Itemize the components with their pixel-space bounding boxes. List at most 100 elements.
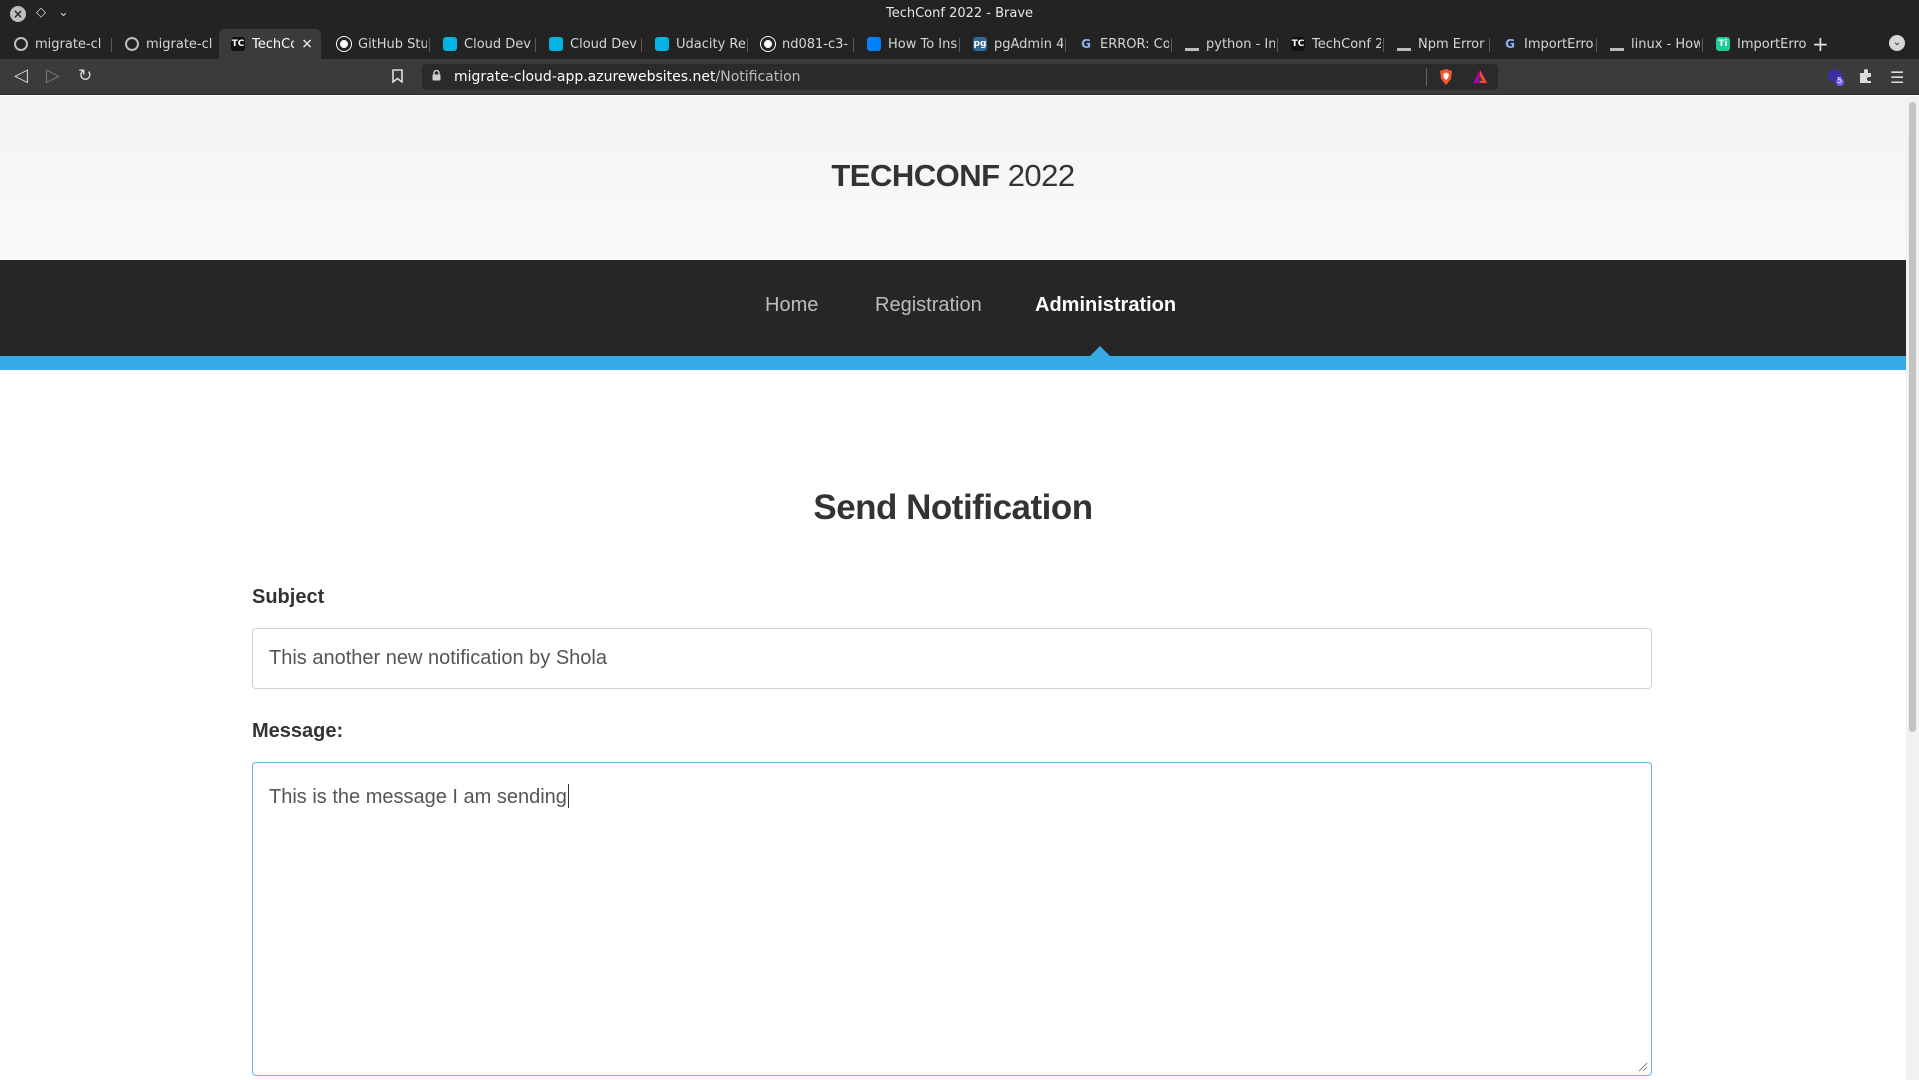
nav-administration[interactable]: Administration: [1035, 294, 1176, 317]
text-caret: [567, 784, 569, 808]
tab-label: TechCo: [252, 36, 295, 52]
tab-separator: [747, 38, 748, 52]
globe-icon: [125, 37, 139, 51]
accent-bar: [0, 356, 1906, 370]
stackoverflow-icon: [1397, 37, 1411, 51]
page-title: Send Notification: [813, 488, 1093, 527]
message-value: This is the message I am sending: [269, 786, 567, 808]
tab-label: ImportErro: [1737, 36, 1806, 52]
subject-value: This another new notification by Shola: [269, 647, 607, 669]
web-page: TECHCONF 2022 Home Registration Administ…: [0, 96, 1906, 1080]
address-bar[interactable]: migrate-cloud-app.azurewebsites.net/Noti…: [422, 64, 1498, 90]
brave-shields-icon[interactable]: [1438, 68, 1454, 86]
udacity-icon: [655, 37, 669, 51]
message-label: Message:: [252, 720, 344, 742]
tab-label: nd081-c3-: [782, 36, 849, 52]
extension-icon[interactable]: 5: [1826, 68, 1844, 90]
google-icon: G: [1505, 37, 1515, 51]
tab-separator: [1171, 38, 1172, 52]
tab-label: Cloud Dev: [570, 36, 637, 52]
tab-7[interactable]: nd081-c3-: [749, 29, 851, 59]
tab-close-icon[interactable]: ×: [301, 36, 313, 52]
tab-3[interactable]: GitHub Stu: [325, 29, 427, 59]
brand-name: TECHCONF: [831, 158, 1000, 193]
resize-grip-icon[interactable]: [1638, 1062, 1648, 1072]
tab-12[interactable]: TC TechConf 2: [1279, 29, 1381, 59]
tab-separator: [1383, 38, 1384, 52]
techconf-icon: TC: [1291, 37, 1305, 51]
tab-label: pgAdmin 4: [994, 36, 1063, 52]
tab-15[interactable]: linux - How: [1598, 29, 1700, 59]
forward-button[interactable]: ▷: [46, 67, 60, 85]
google-icon: G: [1081, 37, 1091, 51]
tab-separator: [429, 38, 430, 52]
tab-label: ERROR: Co: [1100, 36, 1169, 52]
tab-separator: [1277, 38, 1278, 52]
new-tab-button[interactable]: +: [1812, 34, 1829, 54]
tab-1[interactable]: migrate-cl: [113, 29, 215, 59]
tab-10[interactable]: G ERROR: Co: [1067, 29, 1169, 59]
tab-separator: [1702, 38, 1703, 52]
tab-11[interactable]: python - In: [1173, 29, 1275, 59]
tab-separator: [1596, 38, 1597, 52]
nav-registration[interactable]: Registration: [875, 294, 982, 317]
browser-toolbar: ◁ ▷ ↻ migrate-cloud-app.azurewebsites.ne…: [0, 59, 1919, 95]
tab-label: python - In: [1206, 36, 1275, 52]
tab-label: migrate-cl: [146, 36, 213, 52]
active-nav-indicator: [1090, 346, 1110, 356]
brand-year: 2022: [1007, 158, 1075, 193]
tab-9[interactable]: pg pgAdmin 4: [961, 29, 1063, 59]
tab-search-button[interactable]: ⌄: [1889, 35, 1905, 51]
menu-icon[interactable]: ☰: [1890, 68, 1904, 87]
tab-separator: [853, 38, 854, 52]
tab-separator: [959, 38, 960, 52]
bookmark-icon[interactable]: [392, 69, 403, 83]
github-icon: [337, 37, 351, 51]
brave-rewards-icon[interactable]: [1472, 69, 1488, 85]
nav-home[interactable]: Home: [765, 294, 818, 317]
page-scrollbar[interactable]: [1906, 96, 1919, 1080]
tab-5[interactable]: Cloud Dev: [537, 29, 639, 59]
tab-strip: migrate-cl migrate-cl TC TechCo × GitHub Stu C…: [0, 29, 1919, 59]
tab-label: ImportErro: [1524, 36, 1593, 52]
tab-label: Npm Error: [1418, 36, 1485, 52]
reload-button[interactable]: ↻: [78, 67, 92, 85]
extension-badge: 5: [1837, 76, 1843, 85]
tab-separator: [535, 38, 536, 52]
techconf-icon: TC: [231, 37, 245, 51]
tab-label: GitHub Stu: [358, 36, 427, 52]
stackoverflow-icon: [1185, 37, 1199, 51]
tab-8[interactable]: How To Ins: [855, 29, 957, 59]
udacity-icon: [443, 37, 457, 51]
scrollbar-thumb[interactable]: [1909, 102, 1916, 732]
subject-input[interactable]: This another new notification by Shola: [252, 628, 1652, 689]
ti-icon: Ti: [1716, 37, 1730, 51]
window-title: TechConf 2022 - Brave: [885, 6, 1034, 21]
tab-separator: [111, 38, 112, 52]
tab-14[interactable]: G ImportErro: [1491, 29, 1593, 59]
tab-0[interactable]: migrate-cl: [2, 29, 109, 59]
url-path: /Notification: [715, 69, 801, 85]
tab-16[interactable]: Ti ImportErro: [1704, 29, 1806, 59]
tab-4[interactable]: Cloud Dev: [431, 29, 533, 59]
tab-separator: [641, 38, 642, 52]
digitalocean-icon: [867, 37, 881, 51]
extensions-puzzle-icon[interactable]: [1858, 68, 1874, 88]
message-textarea[interactable]: This is the message I am sending: [252, 762, 1652, 1076]
url-host: migrate-cloud-app.azurewebsites.net: [454, 69, 716, 85]
github-icon: [761, 37, 775, 51]
back-button[interactable]: ◁: [14, 67, 28, 85]
tab-13[interactable]: Npm Error: [1385, 29, 1487, 59]
site-brand[interactable]: TECHCONF 2022: [0, 158, 1906, 194]
lock-icon: [432, 70, 441, 81]
tab-separator: [1489, 38, 1490, 52]
udacity-icon: [549, 37, 563, 51]
tab-label: Udacity Re: [676, 36, 745, 52]
window-titlebar: × ◇ ⌄ TechConf 2022 - Brave: [0, 0, 1919, 29]
site-nav: Home Registration Administration: [0, 260, 1906, 356]
tab-2[interactable]: TC TechCo ×: [219, 29, 321, 59]
tab-separator: [1065, 38, 1066, 52]
subject-label: Subject: [252, 586, 325, 608]
tab-6[interactable]: Udacity Re: [643, 29, 745, 59]
address-divider: [1426, 68, 1427, 86]
